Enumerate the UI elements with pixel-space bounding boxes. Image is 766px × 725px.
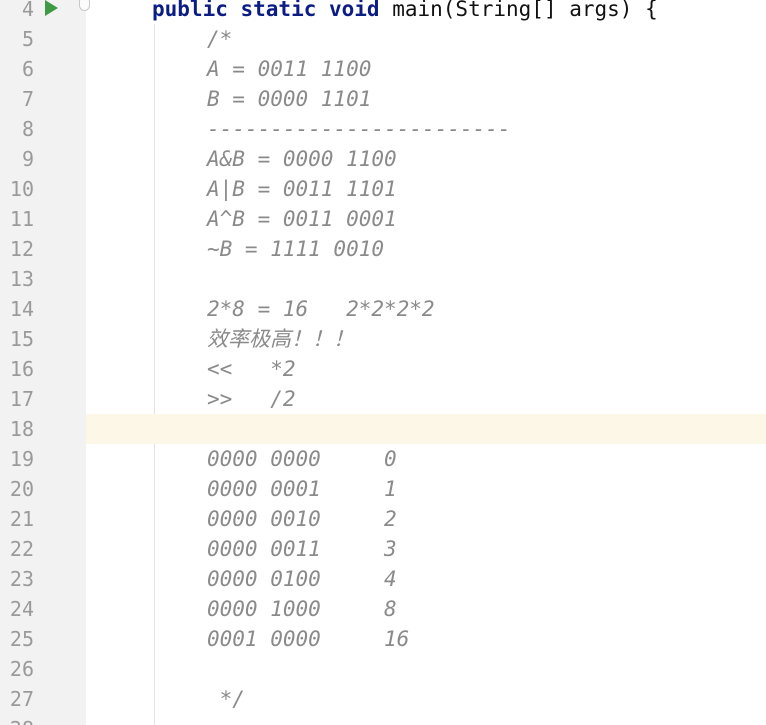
line-number: 19 [9,447,34,471]
code-line[interactable]: 26 [0,654,766,684]
code-line-background [86,564,766,594]
code-line-background [86,264,766,294]
code-line[interactable]: 20 0000 0001 1 [0,474,766,504]
code-line[interactable]: 28 [0,714,766,725]
comment-text: /* [207,27,233,51]
line-number: 8 [21,117,34,141]
line-number: 17 [9,387,34,411]
code-line-background [86,354,766,384]
code-text: public static void main(String[] args) { [152,0,658,24]
code-line-background [86,414,766,444]
comment-text: */ [207,687,245,711]
code-line[interactable]: 17 >> /2 [0,384,766,414]
code-line-background [86,624,766,654]
code-line[interactable]: 12 ~B = 1111 0010 [0,234,766,264]
code-line[interactable]: 22 0000 0011 3 [0,534,766,564]
code-line[interactable]: 13 [0,264,766,294]
method-signature-text: main(String[] args) { [379,0,658,21]
comment-text: 0000 0010 2 [207,507,397,531]
code-line-background [86,714,766,725]
comment-text: ------------------------ [207,117,511,141]
code-line[interactable]: 18 [0,414,766,444]
line-number: 25 [9,627,34,651]
comment-text: 0000 1000 8 [207,597,397,621]
comment-text: 效率极高！！！ [207,327,354,351]
line-number: 15 [9,327,34,351]
line-number: 21 [9,507,34,531]
line-number: 28 [0,714,34,725]
code-line-background [86,324,766,354]
comment-text: A|B = 0011 1101 [207,177,397,201]
code-line-background [86,474,766,504]
comment-text: A&B = 0000 1100 [207,147,397,171]
code-line-background [86,684,766,714]
code-line[interactable]: 21 0000 0010 2 [0,504,766,534]
keyword-text: public static void [152,0,380,21]
line-number: 16 [9,357,34,381]
code-line-background [86,444,766,474]
code-line-declaration[interactable]: 4 public static void main(String[] args)… [0,0,766,24]
comment-text: 0000 0001 1 [207,477,397,501]
line-number: 12 [9,237,34,261]
line-number: 9 [21,147,34,171]
line-number: 5 [21,27,34,51]
code-line[interactable]: 27 */ [0,684,766,714]
comment-text: A = 0011 1100 [207,57,372,81]
code-line[interactable]: 15 效率极高！！！ [0,324,766,354]
code-line-background [86,84,766,114]
line-number: 20 [9,477,34,501]
code-line-background [86,504,766,534]
code-editor[interactable]: 4 public static void main(String[] args)… [0,0,766,725]
code-line-background [86,384,766,414]
code-line[interactable]: 8 ------------------------ [0,114,766,144]
code-line-background [86,174,766,204]
line-number: 4 [21,0,34,21]
line-number: 13 [9,267,34,291]
code-line-background [86,144,766,174]
code-line[interactable]: 16 << *2 [0,354,766,384]
code-line-background [86,234,766,264]
line-number: 26 [9,657,34,681]
comment-text: << *2 [207,357,296,381]
line-number: 22 [9,537,34,561]
line-number: 23 [9,567,34,591]
code-line[interactable]: 25 0001 0000 16 [0,624,766,654]
code-line[interactable]: 5 /* [0,24,766,54]
comment-text: 2*8 = 16 2*2*2*2 [207,297,435,321]
comment-text: ~B = 1111 0010 [207,237,385,261]
line-number: 14 [9,297,34,321]
fold-icon[interactable] [79,0,90,11]
line-number: 6 [21,57,34,81]
comment-text: 0001 0000 16 [207,627,410,651]
line-number: 11 [9,207,34,231]
code-line[interactable]: 10 A|B = 0011 1101 [0,174,766,204]
code-line[interactable]: 19 0000 0000 0 [0,444,766,474]
comment-text: 0000 0011 3 [207,537,397,561]
code-line[interactable]: 6 A = 0011 1100 [0,54,766,84]
comment-text: 0000 0100 4 [207,567,397,591]
code-line-background [86,654,766,684]
code-line-background [86,204,766,234]
run-gutter-icon[interactable] [45,0,58,16]
comment-text: B = 0000 1101 [207,87,372,111]
code-line-background [86,24,766,54]
comment-text: A^B = 0011 0001 [207,207,397,231]
comment-text: >> /2 [207,387,296,411]
code-line[interactable]: 14 2*8 = 16 2*2*2*2 [0,294,766,324]
code-line-background [86,534,766,564]
comment-text: 0000 0000 0 [207,447,397,471]
line-number: 24 [9,597,34,621]
code-line-background [86,54,766,84]
code-line[interactable]: 11 A^B = 0011 0001 [0,204,766,234]
code-line[interactable]: 24 0000 1000 8 [0,594,766,624]
line-number: 27 [9,687,34,711]
line-number: 10 [9,177,34,201]
code-line-background [86,594,766,624]
line-number: 18 [9,417,34,441]
code-line[interactable]: 23 0000 0100 4 [0,564,766,594]
line-number: 7 [21,87,34,111]
code-line[interactable]: 9 A&B = 0000 1100 [0,144,766,174]
code-line[interactable]: 7 B = 0000 1101 [0,84,766,114]
